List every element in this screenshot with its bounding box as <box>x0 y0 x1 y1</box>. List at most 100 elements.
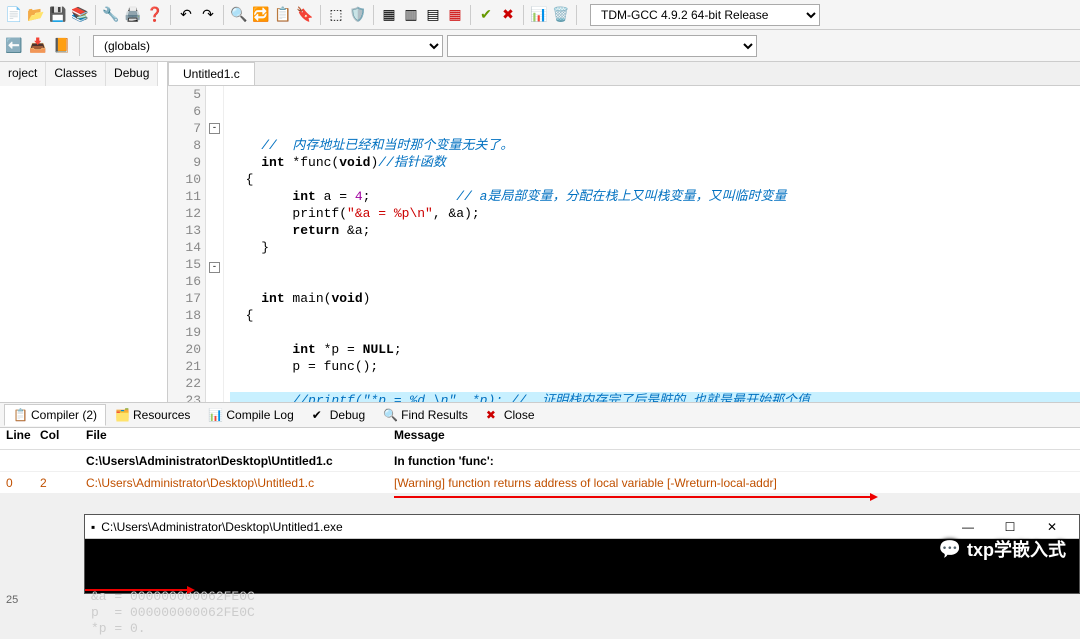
grid4-icon[interactable]: ▦ <box>445 5 465 25</box>
code-line[interactable]: { <box>230 307 1080 324</box>
sub-toolbar: ⬅️ 📥 📙 (globals) <box>0 30 1080 62</box>
code-line[interactable]: printf("&a = %p\n", &a); <box>230 205 1080 222</box>
insert-icon[interactable]: 📥 <box>28 36 48 56</box>
print-icon[interactable]: 🖨️ <box>123 5 143 25</box>
tab-debug[interactable]: Debug <box>106 62 158 86</box>
grid1-icon[interactable]: ▦ <box>379 5 399 25</box>
file-tab-untitled[interactable]: Untitled1.c <box>168 62 255 85</box>
options-icon[interactable]: 🔧 <box>101 5 121 25</box>
col-message: Message <box>394 428 1080 449</box>
code-line[interactable]: //printf("*p = %d.\n", *p); // 证明栈内存完了后是… <box>230 392 1080 402</box>
project-panel: roject Classes Debug <box>0 62 168 402</box>
code-line[interactable] <box>230 273 1080 290</box>
redo-icon[interactable]: ↷ <box>198 5 218 25</box>
line-gutter: 5678910111213141516171819202122232425262… <box>168 86 206 402</box>
separator <box>170 5 171 25</box>
main-area: roject Classes Debug Untitled1.c 5678910… <box>0 62 1080 402</box>
grid3-icon[interactable]: ▤ <box>423 5 443 25</box>
fold-toggle[interactable]: - <box>209 262 220 273</box>
compiler-row[interactable]: C:\Users\Administrator\Desktop\Untitled1… <box>0 450 1080 472</box>
tab-project[interactable]: roject <box>0 62 46 86</box>
code-line[interactable]: int *p = NULL; <box>230 341 1080 358</box>
code-line[interactable]: { <box>230 171 1080 188</box>
compiler-select[interactable]: TDM-GCC 4.9.2 64-bit Release <box>590 4 820 26</box>
console-line: *p = 0. <box>91 621 1073 637</box>
tab-resources[interactable]: 🗂️Resources <box>106 404 199 426</box>
console-title-text: C:\Users\Administrator\Desktop\Untitled1… <box>101 520 947 534</box>
separator <box>95 5 96 25</box>
col-col: Col <box>40 428 86 449</box>
maximize-button[interactable]: ☐ <box>989 515 1031 539</box>
save-icon[interactable]: 💾 <box>48 5 68 25</box>
console-line: p = 000000000062FE0C <box>91 605 1073 621</box>
code-content[interactable]: // 内存地址已经和当时那个变量无关了。 int *func(void)//指针… <box>224 86 1080 402</box>
bottom-tabs: 📋Compiler (2) 🗂️Resources 📊Compile Log ✔… <box>0 402 1080 428</box>
separator <box>373 5 374 25</box>
toggle-icon[interactable]: ⬚ <box>326 5 346 25</box>
editor-area: Untitled1.c 5678910111213141516171819202… <box>168 62 1080 402</box>
goto-icon[interactable]: 📋 <box>273 5 293 25</box>
col-line: Line <box>0 428 40 449</box>
console-line: &a = 000000000062FE0C <box>91 589 1073 605</box>
grid2-icon[interactable]: ▥ <box>401 5 421 25</box>
bookmark-icon[interactable]: 🔖 <box>295 5 315 25</box>
col-file: File <box>86 428 394 449</box>
help-icon[interactable]: ❓ <box>145 5 165 25</box>
code-line[interactable]: return &a; <box>230 222 1080 239</box>
toggle2-icon[interactable]: 🛡️ <box>348 5 368 25</box>
tab-find-results[interactable]: 🔍Find Results <box>374 404 477 426</box>
compiler-panel: Line Col File Message C:\Users\Administr… <box>0 428 1080 494</box>
tab-classes[interactable]: Classes <box>46 62 106 86</box>
console-titlebar[interactable]: ▪ C:\Users\Administrator\Desktop\Untitle… <box>85 515 1079 539</box>
delete-prof-icon[interactable]: 🗑️ <box>551 5 571 25</box>
undo-icon[interactable]: ↶ <box>176 5 196 25</box>
code-line[interactable]: // 内存地址已经和当时那个变量无关了。 <box>230 137 1080 154</box>
file-tabs: Untitled1.c <box>168 62 1080 86</box>
main-toolbar: 📄 📂 💾 📚 🔧 🖨️ ❓ ↶ ↷ 🔍 🔁 📋 🔖 ⬚ 🛡️ ▦ ▥ ▤ ▦ … <box>0 0 1080 30</box>
bookmark2-icon[interactable]: 📙 <box>52 36 72 56</box>
code-line[interactable]: } <box>230 239 1080 256</box>
separator <box>223 5 224 25</box>
check-icon[interactable]: ✔ <box>476 5 496 25</box>
tab-compiler[interactable]: 📋Compiler (2) <box>4 404 106 426</box>
watermark: 💬 txp学嵌入式 <box>939 536 1066 562</box>
wechat-icon: 💬 <box>939 539 961 560</box>
tab-compile-log[interactable]: 📊Compile Log <box>199 404 302 426</box>
minimize-button[interactable]: — <box>947 515 989 539</box>
open-icon[interactable]: 📂 <box>26 5 46 25</box>
code-line[interactable] <box>230 256 1080 273</box>
separator <box>576 5 577 25</box>
close-button[interactable]: ✕ <box>1031 515 1073 539</box>
console-window: ▪ C:\Users\Administrator\Desktop\Untitle… <box>84 514 1080 594</box>
code-editor[interactable]: 5678910111213141516171819202122232425262… <box>168 86 1080 402</box>
code-line[interactable]: int *func(void)//指针函数 <box>230 154 1080 171</box>
fold-toggle[interactable]: - <box>209 123 220 134</box>
error-icon[interactable]: ✖ <box>498 5 518 25</box>
tab-close[interactable]: ✖Close <box>477 404 544 426</box>
compiler-row[interactable]: 02C:\Users\Administrator\Desktop\Untitle… <box>0 472 1080 494</box>
separator <box>523 5 524 25</box>
fold-column: -- <box>206 86 224 402</box>
code-line[interactable]: int a = 4; // a是局部变量，分配在栈上又叫栈变量，又叫临时变量 <box>230 188 1080 205</box>
console-output[interactable]: &a = 000000000062FE0Cp = 000000000062FE0… <box>85 539 1079 639</box>
code-line[interactable]: int main(void) <box>230 290 1080 307</box>
separator <box>470 5 471 25</box>
compiler-header: Line Col File Message <box>0 428 1080 450</box>
tab-debug-bottom[interactable]: ✔Debug <box>303 404 374 426</box>
globals-select[interactable]: (globals) <box>93 35 443 57</box>
members-select[interactable] <box>447 35 757 57</box>
separator <box>320 5 321 25</box>
new-icon[interactable]: 📄 <box>4 5 24 25</box>
code-line[interactable]: p = func(); <box>230 358 1080 375</box>
left-tabs: roject Classes Debug <box>0 62 167 86</box>
watermark-text: txp学嵌入式 <box>967 536 1066 562</box>
replace-icon[interactable]: 🔁 <box>251 5 271 25</box>
save-all-icon[interactable]: 📚 <box>70 5 90 25</box>
find-icon[interactable]: 🔍 <box>229 5 249 25</box>
profile-icon[interactable]: 📊 <box>529 5 549 25</box>
back-icon[interactable]: ⬅️ <box>4 36 24 56</box>
status-bar: 25 <box>0 594 18 608</box>
code-line[interactable] <box>230 375 1080 392</box>
code-line[interactable] <box>230 324 1080 341</box>
console-icon: ▪ <box>91 520 95 534</box>
